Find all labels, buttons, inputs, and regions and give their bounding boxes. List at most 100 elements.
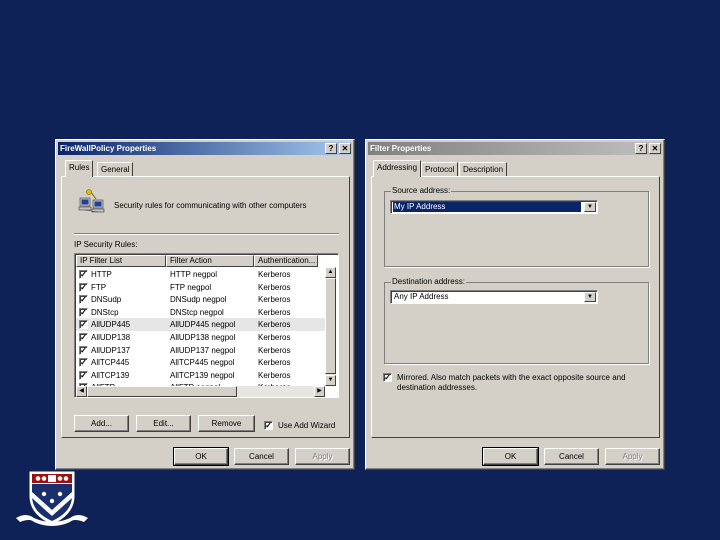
rule-enabled-checkbox[interactable]: ✓ [79, 358, 88, 368]
tab-addressing[interactable]: Addressing [373, 160, 422, 177]
filter-properties-dialog: Filter Properties ? ✕ Addressing Protoco… [365, 139, 665, 470]
cell-filter-list: DNStcp [91, 307, 119, 317]
remove-button[interactable]: Remove [198, 415, 255, 432]
rule-enabled-checkbox[interactable]: ✓ [79, 320, 88, 330]
cell-authentication: Kerberos [258, 333, 291, 342]
column-authentication[interactable]: Authentication... [254, 255, 318, 267]
rules-panel: Security rules for communicating with ot… [61, 176, 350, 438]
cell-filter-action: AllTCP139 negpol [170, 370, 235, 380]
add-button[interactable]: Add... [74, 415, 129, 432]
cell-authentication: Kerberos [258, 358, 291, 368]
rules-horizontal-scrollbar[interactable]: ◀ ▶ [76, 386, 325, 397]
close-button[interactable]: ✕ [339, 143, 351, 154]
table-row[interactable]: ✓ AllUDP138 AllUDP138 negpol Kerberos [76, 331, 325, 344]
chevron-down-icon[interactable]: ▼ [584, 292, 596, 302]
help-button[interactable]: ? [635, 143, 647, 154]
scroll-up-button[interactable]: ▲ [325, 267, 336, 278]
cancel-button[interactable]: Cancel [234, 448, 289, 465]
rule-enabled-checkbox[interactable]: ✓ [79, 333, 88, 342]
table-row[interactable]: ✓ AllUDP137 AllUDP137 negpol Kerberos [76, 344, 325, 357]
use-add-wizard-label[interactable]: Use Add Wizard [278, 421, 335, 430]
scroll-left-button[interactable]: ◀ [76, 386, 87, 397]
cell-authentication: Kerberos [258, 307, 291, 317]
rules-vertical-scrollbar[interactable]: ▲ ▼ [325, 267, 336, 386]
filter-dialog-titlebar[interactable]: Filter Properties ? ✕ [368, 142, 662, 155]
tab-protocol[interactable]: Protocol [421, 162, 459, 177]
horizontal-scroll-thumb[interactable] [87, 386, 237, 397]
apply-button[interactable]: Apply [605, 448, 660, 465]
cancel-button[interactable]: Cancel [544, 448, 599, 465]
column-filter-action[interactable]: Filter Action [166, 255, 254, 267]
cell-filter-action: AllTCP445 negpol [170, 358, 235, 368]
cell-authentication: Kerberos [258, 282, 291, 292]
edit-button[interactable]: Edit... [136, 415, 191, 432]
source-address-value: My IP Address [393, 202, 581, 212]
rule-enabled-checkbox[interactable]: ✓ [79, 370, 88, 380]
cell-authentication: Kerberos [258, 295, 291, 305]
ip-security-rules-label: IP Security Rules: [74, 240, 138, 249]
source-address-label: Source address: [391, 186, 452, 195]
tab-general[interactable]: General [97, 162, 134, 177]
cell-filter-action: AllUDP137 negpol [170, 345, 236, 355]
cell-filter-list: AllTCP139 [91, 370, 130, 380]
mirrored-label-line2[interactable]: destination addresses. [397, 383, 477, 392]
cell-filter-action: FTP negpol [170, 282, 212, 292]
source-address-select[interactable]: My IP Address ▼ [390, 200, 598, 214]
table-row[interactable]: ✓ HTTP HTTP negpol Kerberos [76, 268, 325, 281]
table-row[interactable]: ✓ AllTCP445 AllTCP445 negpol Kerberos [76, 356, 325, 369]
university-shield-logo [16, 471, 88, 526]
ip-security-rules-list[interactable]: IP Filter List Filter Action Authenticat… [74, 253, 339, 398]
rule-enabled-checkbox[interactable]: ✓ [79, 307, 88, 317]
table-row[interactable]: ✓ DNStcp DNStcp negpol Kerberos [76, 306, 325, 319]
rule-enabled-checkbox[interactable]: ✓ [79, 345, 88, 355]
mirrored-label-line1[interactable]: Mirrored. Also match packets with the ex… [397, 373, 626, 382]
filter-dialog-title: Filter Properties [370, 144, 432, 153]
scroll-right-button[interactable]: ▶ [314, 386, 325, 397]
help-button[interactable]: ? [325, 143, 337, 154]
tab-description[interactable]: Description [459, 162, 508, 177]
firewall-dialog-title: FireWallPolicy Properties [60, 144, 157, 153]
cell-filter-action: AllUDP445 negpol [170, 320, 236, 330]
cell-authentication: Kerberos [258, 345, 291, 355]
mirrored-checkbox[interactable]: ✓ [383, 373, 392, 382]
cell-filter-list: DNSudp [91, 295, 122, 305]
firewall-policy-dialog: FireWallPolicy Properties ? ✕ Rules Gene… [55, 139, 355, 470]
ok-button[interactable]: OK [173, 447, 229, 466]
cell-filter-list: FTP [91, 282, 107, 292]
destination-address-select[interactable]: Any IP Address ▼ [390, 290, 598, 304]
destination-address-value: Any IP Address [394, 292, 449, 301]
rules-description: Security rules for communicating with ot… [114, 201, 307, 210]
rule-enabled-checkbox[interactable]: ✓ [79, 270, 88, 279]
cell-filter-action: AllUDP138 negpol [170, 333, 236, 342]
cell-filter-list: AllUDP445 [91, 320, 131, 330]
cell-filter-list: AllUDP137 [91, 345, 131, 355]
table-row[interactable]: ✓ AllUDP445 AllUDP445 negpol Kerberos [76, 318, 325, 332]
chevron-down-icon[interactable]: ▼ [584, 202, 596, 212]
column-ip-filter-list[interactable]: IP Filter List [76, 255, 166, 267]
table-row[interactable]: ✓ DNSudp DNSudp negpol Kerberos [76, 293, 325, 306]
rule-enabled-checkbox[interactable]: ✓ [79, 295, 88, 305]
cell-filter-action: DNStcp negpol [170, 307, 224, 317]
close-button[interactable]: ✕ [649, 143, 661, 154]
use-add-wizard-checkbox[interactable]: ✓ [264, 421, 273, 430]
network-computers-icon [78, 189, 105, 213]
rules-separator [74, 233, 339, 235]
firewall-dialog-titlebar[interactable]: FireWallPolicy Properties ? ✕ [58, 142, 352, 155]
cell-authentication: Kerberos [258, 270, 291, 279]
cell-filter-list: AllUDP138 [91, 333, 131, 342]
rule-enabled-checkbox[interactable]: ✓ [79, 282, 88, 292]
cell-filter-action: HTTP negpol [170, 270, 217, 279]
cell-filter-list: AllTCP445 [91, 358, 130, 368]
apply-button[interactable]: Apply [295, 448, 350, 465]
cell-filter-action: DNSudp negpol [170, 295, 227, 305]
table-row[interactable]: ✓ AllTCP139 AllTCP139 negpol Kerberos [76, 369, 325, 382]
tab-rules[interactable]: Rules [65, 160, 94, 177]
scroll-thumb[interactable] [325, 278, 336, 374]
destination-address-label: Destination address: [391, 277, 466, 286]
cell-authentication: Kerberos [258, 370, 291, 380]
cell-filter-list: HTTP [91, 270, 112, 279]
cell-authentication: Kerberos [258, 320, 291, 330]
scroll-down-button[interactable]: ▼ [325, 375, 336, 386]
ok-button[interactable]: OK [482, 447, 539, 466]
table-row[interactable]: ✓ FTP FTP negpol Kerberos [76, 281, 325, 294]
